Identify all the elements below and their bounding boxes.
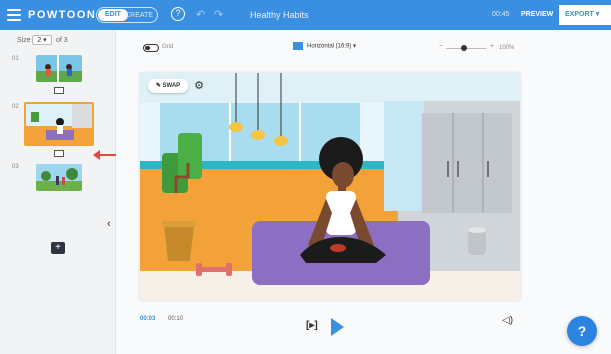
undo-icon[interactable]: ↶	[196, 8, 205, 21]
edit-mode-option[interactable]: EDIT	[98, 9, 128, 21]
grid-label: Grid	[162, 44, 174, 50]
scene-canvas[interactable]: ✎ SWAP ⚙	[140, 73, 520, 300]
slide-number: 01	[12, 56, 19, 62]
zoom-in-button[interactable]: +	[490, 43, 494, 50]
create-mode-option[interactable]: CREATE	[125, 10, 153, 21]
top-bar: POWTOON EDIT CREATE ? ↶ ↷ Healthy Habits…	[0, 0, 611, 30]
editor-area: Grid Horizontal (16:9) ▾ − + 100% ✎ SWAP…	[116, 30, 611, 354]
canvas-size-select[interactable]: Horizontal (16:9) ▾	[293, 42, 356, 50]
slide-3-preview	[36, 164, 82, 191]
export-button[interactable]: EXPORT ▾	[559, 5, 611, 25]
slide-thumbnail-1[interactable]	[36, 55, 82, 82]
help-icon[interactable]: ?	[171, 7, 185, 21]
help-chat-button[interactable]: ?	[567, 316, 597, 346]
swap-button[interactable]: ✎ SWAP	[148, 79, 188, 93]
preview-button[interactable]: PREVIEW	[521, 11, 553, 18]
zoom-out-button[interactable]: −	[439, 43, 443, 50]
current-time: 00:03	[140, 316, 156, 322]
step-play-button[interactable]: [▸]	[306, 320, 318, 331]
menu-icon[interactable]	[7, 9, 21, 21]
export-label: EXPORT	[565, 11, 594, 18]
total-time: 00:10	[168, 316, 184, 322]
slide-1-preview	[36, 55, 82, 82]
add-slide-button[interactable]: +	[51, 242, 65, 254]
slide-number: 02	[12, 104, 19, 110]
slide-thumbnail-3[interactable]	[36, 164, 82, 191]
zoom-percent: 100%	[499, 45, 515, 51]
size-label: Size	[17, 37, 31, 44]
screen-icon	[293, 42, 303, 50]
size-select[interactable]: 2 ▾	[32, 35, 52, 45]
scene-illustration	[140, 73, 520, 300]
canvas-size-label: Horizontal (16:9)	[307, 43, 352, 50]
slide-number: 03	[12, 164, 19, 170]
play-icon[interactable]	[331, 318, 344, 336]
project-duration: 00:45	[492, 11, 510, 18]
size-of-label: of 3	[56, 37, 68, 44]
slide-thumbnail-2[interactable]	[24, 102, 94, 146]
zoom-slider-handle[interactable]	[461, 45, 467, 51]
slides-sidebar: Size 2 ▾ of 3 01 02 03 + ‹	[0, 30, 126, 354]
slide-camera-icon[interactable]	[54, 150, 64, 157]
gear-icon[interactable]: ⚙	[192, 79, 206, 93]
volume-icon[interactable]: ◁)	[502, 315, 513, 326]
project-title[interactable]: Healthy Habits	[250, 10, 309, 20]
mode-toggle[interactable]: EDIT CREATE	[96, 7, 158, 23]
slide-2-preview	[26, 104, 92, 144]
redo-icon[interactable]: ↷	[214, 8, 223, 21]
collapse-sidebar-icon[interactable]: ‹	[107, 218, 111, 230]
grid-toggle[interactable]	[143, 44, 159, 52]
slide-camera-icon[interactable]	[54, 87, 64, 94]
logo: POWTOON	[28, 9, 97, 21]
